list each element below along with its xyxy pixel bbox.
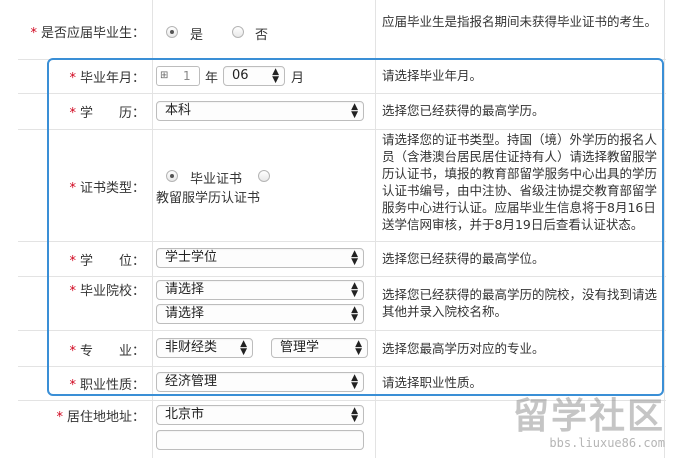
occupation-select[interactable]: 经济管理 ▲ ▼ [156, 372, 364, 392]
select-arrows-icon: ▲ ▼ [351, 102, 358, 120]
fresh-graduate-tip: 应届毕业生是指报名期间未获得毕业证书的考生。 [382, 14, 658, 29]
radio-yes[interactable] [166, 26, 178, 38]
required-mark: * [69, 106, 76, 121]
watermark: 留学社区 bbs.liuxue86.com [512, 396, 665, 451]
major-label: 专 业： [79, 344, 145, 359]
select-arrows-icon: ▲ ▼ [351, 406, 358, 424]
education-tip: 选择您已经获得的最高学历。 [382, 103, 545, 118]
row-graduation-school: * 毕业院校： 请选择 ▲ ▼ 请选择 ▲ ▼ 选择您已经获得的最高学历的院校，没有找… [18, 276, 666, 331]
required-mark: * [69, 344, 76, 359]
radio-overseas-certification[interactable] [258, 170, 270, 182]
graduation-date-label: 毕业年月： [79, 71, 145, 86]
watermark-logo-text: 留学社区 [512, 396, 665, 437]
degree-select[interactable]: 学士学位 ▲ ▼ [156, 248, 364, 268]
education-select[interactable]: 本科 ▲ ▼ [156, 101, 364, 121]
month-unit: 月 [291, 71, 305, 86]
degree-label: 学 位： [79, 254, 145, 269]
graduation-month-select[interactable]: 06 ▲ ▼ [223, 66, 285, 86]
major-tip: 选择您最高学历对应的专业。 [382, 341, 545, 356]
radio-no-label: 否 [255, 28, 269, 43]
select-arrows-icon: ▲ ▼ [351, 249, 358, 267]
row-education: * 学 历： 本科 ▲ ▼ 选择您已经获得的最高学历。 [18, 93, 666, 130]
graduation-year-input[interactable]: ⊞ 1 [156, 66, 200, 86]
address-city-select[interactable] [156, 430, 364, 450]
school-region-select[interactable]: 请选择 ▲ ▼ [156, 280, 364, 300]
major-subject-select[interactable]: 管理学 ▲ ▼ [271, 338, 368, 358]
degree-tip: 选择您已经获得的最高学位。 [382, 251, 545, 266]
address-label: 居住地地址： [66, 410, 145, 425]
select-arrows-icon: ▲ ▼ [351, 373, 358, 391]
watermark-url: bbs.liuxue86.com [549, 436, 665, 450]
select-arrows-icon: ▲ ▼ [272, 67, 279, 85]
select-arrows-icon: ▲ ▼ [351, 305, 358, 323]
radio-overseas-certification-label: 教留服学历认证书 [156, 191, 261, 206]
certificate-type-tip: 请选择您的证书类型。持国（境）外学历的报名人员（含港澳台居民居住证持有人）请选择… [382, 132, 658, 232]
occupation-label: 职业性质： [79, 378, 145, 393]
radio-yes-label: 是 [190, 28, 204, 43]
graduation-school-tip: 选择您已经获得的最高学历的院校，没有找到请选其他并录入院校名称。 [382, 287, 658, 319]
calendar-icon: ⊞ [160, 70, 169, 81]
address-province-select[interactable]: 北京市 ▲ ▼ [156, 405, 364, 425]
school-name-select[interactable]: 请选择 ▲ ▼ [156, 304, 364, 324]
education-label: 学 历： [79, 106, 145, 121]
row-major: * 专 业： 非财经类 ▲ ▼ 管理学 ▲ ▼ 选择您最高学历对应的专业。 [18, 330, 666, 367]
major-category-select[interactable]: 非财经类 ▲ ▼ [156, 338, 253, 358]
select-arrows-icon: ▲ ▼ [240, 339, 247, 357]
occupation-tip: 请选择职业性质。 [382, 375, 483, 390]
required-mark: * [69, 254, 76, 269]
required-mark: * [69, 71, 76, 86]
row-certificate-type: * 证书类型： 毕业证书 教留服学历认证书 请选择您的证书类型。持国（境）外学历的… [18, 129, 666, 242]
row-degree: * 学 位： 学士学位 ▲ ▼ 选择您已经获得的最高学位。 [18, 241, 666, 277]
required-mark: * [69, 378, 76, 393]
radio-graduation-certificate[interactable] [166, 170, 178, 182]
graduation-date-tip: 请选择毕业年月。 [382, 68, 483, 83]
select-arrows-icon: ▲ ▼ [355, 339, 362, 357]
radio-no[interactable] [232, 26, 244, 38]
select-arrows-icon: ▲ ▼ [351, 281, 358, 299]
certificate-type-label: 证书类型： [79, 181, 145, 196]
required-mark: * [69, 181, 76, 196]
row-graduation-date: * 毕业年月： ⊞ 1 年 06 ▲ ▼ 月 请选择毕业年月。 [18, 59, 666, 94]
required-mark: * [69, 284, 76, 299]
row-fresh-graduate: * 是否应届毕业生： 是 否 应届毕业生是指报名期间未获得毕业证书的考生。 [18, 0, 666, 60]
year-unit: 年 [205, 71, 219, 86]
fresh-graduate-label: 是否应届毕业生： [40, 26, 145, 41]
required-mark: * [30, 26, 37, 41]
required-mark: * [56, 410, 63, 425]
radio-graduation-certificate-label: 毕业证书 [190, 172, 243, 187]
graduation-school-label: 毕业院校： [79, 284, 145, 299]
